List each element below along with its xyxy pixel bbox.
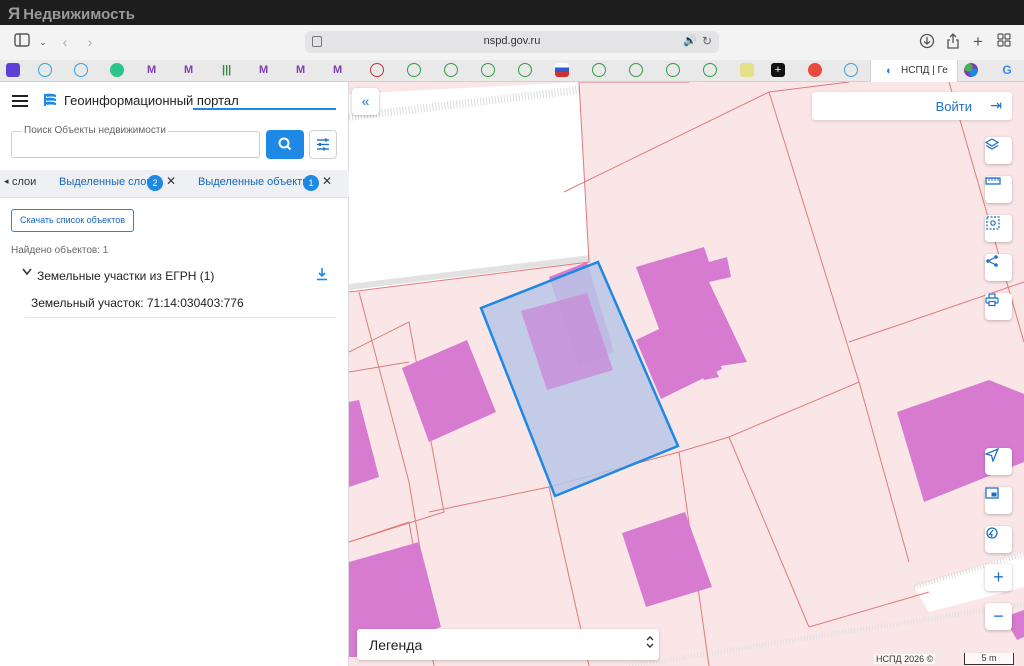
download-icon[interactable] [917,33,937,51]
favicon-tab-icon[interactable]: M [147,63,161,77]
favicon-tab-icon[interactable] [592,63,606,77]
watermark-logo-mark: Я [8,4,20,23]
map-canvas[interactable] [349,82,1024,666]
close-selected-layers-icon[interactable]: ✕ [166,174,176,188]
collapse-panel-icon[interactable]: « [352,88,379,115]
watermark-logo-text: Недвижимость [23,5,135,23]
favicon-tab-icon[interactable]: M [259,63,273,77]
download-icon[interactable] [315,267,329,281]
new-tab-icon[interactable]: + [968,33,988,51]
building [402,340,496,442]
zoom-in-button[interactable]: + [985,564,1012,591]
ruler-icon[interactable] [985,176,1012,203]
map-view[interactable]: « Войти ⇥ + − Легенда НСПД 2026 © 5 m [349,82,1024,666]
browser-toolbar: ⌄ ‹ › nspd.gov.ru 🔊 ↻ + [0,25,1024,60]
sidebar-toggle-icon[interactable] [12,33,32,51]
favicon-tab-icon[interactable]: M [333,63,347,77]
tab-selected-objects[interactable]: Выделенные объекты [198,176,310,188]
login-icon: ⇥ [990,97,1002,113]
login-label: Войти [935,99,972,114]
favicon-tab-icon[interactable]: M [296,63,310,77]
favicon-tab-icon[interactable]: ||| [222,63,236,77]
active-tab-title: НСПД | Ге [901,65,948,76]
locate-icon[interactable] [985,448,1012,475]
geolocation-icon[interactable] [985,526,1012,553]
share-icon[interactable] [985,254,1012,281]
sliders-icon [317,138,329,151]
forward-arrow-icon[interactable]: › [80,33,100,51]
favicon-tab-icon[interactable] [370,63,384,77]
favicon-tab-icon[interactable] [555,63,569,77]
favicon-tab-icon[interactable] [844,63,858,77]
menu-icon[interactable] [12,95,28,107]
area-select-icon[interactable] [985,215,1012,242]
tab-bar: M M ||| M M M + ◐ НСПД | Ге G [0,60,1024,82]
map-attribution: НСПД 2026 © [874,654,936,664]
favicon-tab-icon[interactable] [110,63,124,77]
selected-layers-badge: 2 [147,175,163,191]
found-count: Найдено объектов: 1 [11,245,109,256]
favicon-tab-icon[interactable] [740,63,754,77]
favicon-tab-icon[interactable] [444,63,458,77]
selected-objects-badge: 1 [303,175,319,191]
favicon-tab-icon[interactable] [518,63,532,77]
favicon-tab-icon[interactable] [407,63,421,77]
filter-button[interactable] [309,130,337,159]
portal-title: Геоинформационный портал [64,93,239,108]
login-button[interactable]: Войти ⇥ [812,92,1012,120]
favicon-tab-icon[interactable] [481,63,495,77]
favicon-tab-icon[interactable] [74,63,88,77]
building [349,400,379,487]
chevron-down-icon[interactable] [22,268,32,279]
portal-logo-icon [42,92,58,108]
favicon-tab-icon[interactable] [38,63,52,77]
zoom-out-button[interactable]: − [985,603,1012,630]
close-selected-objects-icon[interactable]: ✕ [322,174,332,188]
group-title[interactable]: Земельные участки из ЕГРН (1) [37,269,214,283]
favicon-tab-icon[interactable] [703,63,717,77]
download-list-button[interactable]: Скачать список объектов [11,209,134,232]
print-icon[interactable] [985,293,1012,320]
search-button[interactable] [266,130,304,159]
portal-favicon-icon: ◐ [886,65,893,77]
favicon-tab-icon[interactable] [964,63,978,77]
watermark-logo: Я Недвижимость [8,4,135,24]
active-browser-tab[interactable]: ◐ НСПД | Ге [870,60,958,82]
watermark-bar: Я Недвижимость [0,0,1024,25]
favicon-tab-icon[interactable] [666,63,680,77]
share-icon[interactable] [943,33,963,51]
search-placeholder: Поиск Объекты недвижимости [22,125,168,136]
panel-tabs: ◂ слои Выделенные слои 2 ✕ Выделенные об… [0,170,349,198]
google-icon[interactable]: G [1000,63,1014,77]
building [897,380,1024,502]
layers-icon[interactable] [985,137,1012,164]
legend-dropdown[interactable]: Легенда [357,629,659,660]
back-arrow-icon[interactable]: ‹ [55,33,75,51]
favicon-tab-icon[interactable]: M [184,63,198,77]
favicon-tab-icon[interactable] [629,63,643,77]
side-panel: Геоинформационный портал Поиск Объекты н… [0,82,349,666]
list-item-label: Земельный участок: 71:14:030403:776 [31,296,244,310]
tabs-scroll-left-icon[interactable]: ◂ [4,176,9,187]
tab-overview-icon[interactable] [994,33,1014,51]
favicon-tab-icon[interactable] [6,63,20,77]
address-url: nspd.gov.ru [483,35,541,47]
chevron-down-icon[interactable]: ⌄ [33,33,53,51]
favicon-tab-icon[interactable] [808,63,822,77]
tab-layers[interactable]: слои [12,176,36,188]
legend-label: Легенда [369,637,423,653]
scale-bar: 5 m [964,653,1014,665]
reload-icon[interactable]: ↻ [702,34,712,48]
tab-selected-layers[interactable]: Выделенные слои [59,176,152,188]
active-tab-indicator [193,108,336,110]
minimap-icon[interactable] [985,487,1012,514]
favicon-tab-icon[interactable]: + [771,63,785,77]
address-bar[interactable]: nspd.gov.ru 🔊 ↻ [305,31,719,53]
list-item[interactable]: Земельный участок: 71:14:030403:776 [25,292,336,318]
speaker-icon[interactable]: 🔊 [683,34,697,47]
